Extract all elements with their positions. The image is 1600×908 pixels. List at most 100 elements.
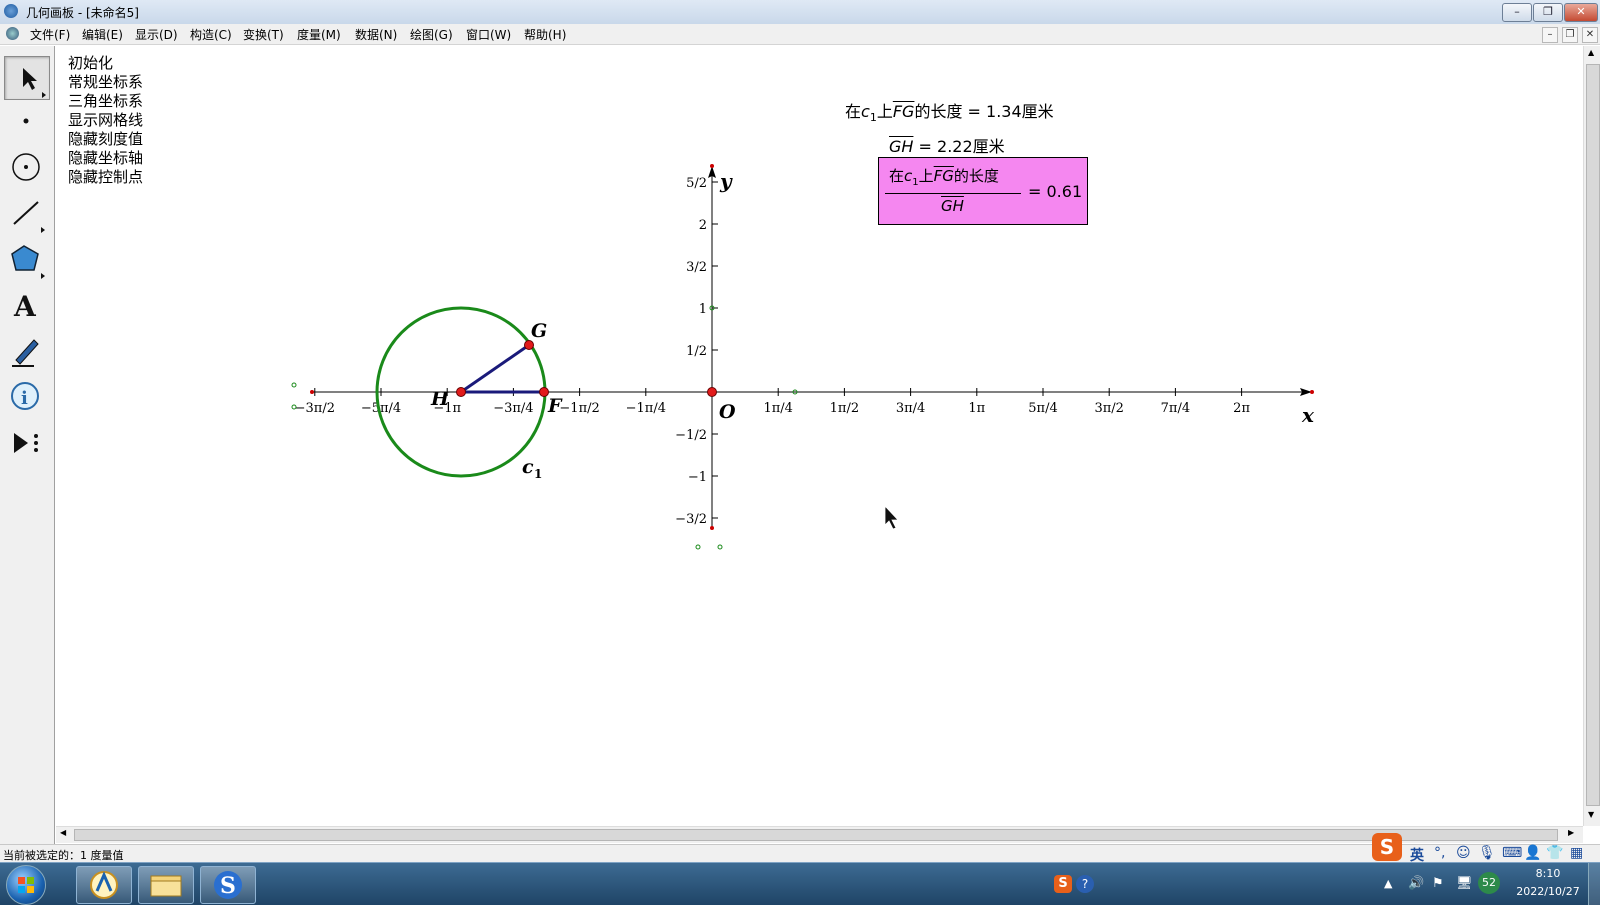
tray-badge[interactable]: 52	[1478, 872, 1500, 894]
arc-circle-name: c	[861, 102, 870, 121]
app-icon	[4, 4, 18, 18]
svg-text:i: i	[21, 388, 28, 409]
ratio-den-gh: GH	[941, 197, 964, 215]
info-icon: i	[11, 382, 39, 410]
polygon-tool[interactable]	[4, 238, 48, 280]
close-button[interactable]: ✕	[1564, 3, 1598, 22]
fraction-bar	[885, 193, 1021, 194]
minimize-button[interactable]: –	[1502, 3, 1532, 22]
toolbox: A i	[0, 46, 55, 844]
ratio-num-on: 上	[918, 167, 934, 185]
cmd-show-grid[interactable]: 显示网格线	[68, 109, 143, 130]
ime-user-icon[interactable]: 👤	[1524, 845, 1541, 861]
windows-logo-icon	[18, 877, 34, 893]
vertical-scrollbar[interactable]: ▲ ▼	[1583, 46, 1600, 826]
cmd-hide-tick-values[interactable]: 隐藏刻度值	[68, 128, 143, 149]
ratio-numerator: 在c1上FG的长度	[889, 165, 999, 188]
compass-tool[interactable]	[4, 146, 48, 188]
cmd-trig-coordinates[interactable]: 三角坐标系	[68, 90, 143, 111]
show-hidden-icons[interactable]: ▲	[1384, 877, 1392, 890]
menu-window[interactable]: 窗口(W)	[466, 26, 511, 43]
scroll-down-icon[interactable]: ▼	[1588, 810, 1594, 819]
menu-transform[interactable]: 变换(T)	[243, 26, 284, 43]
sogou-app-icon: S	[214, 871, 242, 899]
doc-restore-button[interactable]: ❐	[1562, 27, 1578, 43]
status-bar: 当前被选定的：1 度量值 S 英 °, ☺ 🎙 ⌨ 👤 👕 ▦	[0, 833, 1600, 864]
scroll-left-icon[interactable]: ◀	[60, 828, 66, 837]
svg-text:S: S	[220, 873, 236, 899]
compass-icon	[12, 153, 40, 181]
ratio-num-prefix: 在	[889, 167, 905, 185]
cmd-hide-control-points[interactable]: 隐藏控制点	[68, 166, 143, 187]
doc-minimize-button[interactable]: –	[1542, 27, 1558, 43]
menu-file[interactable]: 文件(F)	[30, 26, 70, 43]
ime-emoji-icon[interactable]: ☺	[1456, 845, 1471, 861]
select-tool[interactable]	[4, 56, 50, 100]
ratio-denominator: GH	[941, 197, 964, 215]
sketchpad-app-icon	[90, 871, 118, 899]
menu-data[interactable]: 数据(N)	[355, 26, 397, 43]
network-icon[interactable]: 🖥	[1456, 876, 1473, 891]
ime-mic-icon[interactable]: 🎙	[1478, 845, 1496, 861]
menu-construct[interactable]: 构造(C)	[190, 26, 232, 43]
cmd-hide-axes[interactable]: 隐藏坐标轴	[68, 147, 143, 168]
scroll-up-icon[interactable]: ▲	[1588, 48, 1594, 57]
select-arrow-icon	[23, 68, 46, 98]
info-tool[interactable]: i	[4, 376, 48, 418]
menu-measure[interactable]: 度量(M)	[297, 26, 341, 43]
arc-length-measurement[interactable]: 在c1上FG的长度 = 1.34厘米	[845, 98, 1054, 124]
ratio-value: = 0.61	[1028, 182, 1083, 201]
vertical-scroll-thumb[interactable]	[1586, 64, 1600, 806]
folder-icon	[150, 875, 182, 897]
arc-fg: FG	[892, 102, 915, 121]
clock-date[interactable]: 2022/10/27	[1510, 885, 1586, 898]
ime-keyboard-icon[interactable]: ⌨	[1502, 845, 1522, 861]
custom-tool-icon	[14, 433, 38, 453]
gh-length-measurement[interactable]: GH = 2.22厘米	[889, 133, 1005, 157]
arc-circle-sub: 1	[869, 111, 877, 125]
menu-display[interactable]: 显示(D)	[135, 26, 178, 43]
tray-sogou-icon[interactable]: S	[1054, 875, 1072, 893]
scroll-right-icon[interactable]: ▶	[1568, 828, 1574, 837]
tray-help-icon[interactable]: ?	[1076, 875, 1094, 893]
title-bar: 几何画板 - [未命名5] – ❐ ✕	[0, 0, 1600, 25]
doc-icon	[6, 27, 19, 40]
sketch-canvas[interactable]	[56, 46, 1582, 826]
ratio-calculation[interactable]: 在c1上FG的长度 GH = 0.61	[876, 155, 1090, 227]
text-tool[interactable]: A	[4, 284, 48, 326]
cmd-rect-coordinates[interactable]: 常规坐标系	[68, 71, 143, 92]
sogou-ime-icon[interactable]: S	[1372, 833, 1402, 861]
marker-tool[interactable]	[4, 330, 48, 372]
horizontal-scroll-thumb[interactable]	[74, 829, 1558, 841]
gh-segment: GH	[889, 137, 914, 156]
ime-skin-icon[interactable]: 👕	[1546, 845, 1563, 861]
line-tool[interactable]	[4, 192, 48, 234]
ime-menu-icon[interactable]: ▦	[1570, 845, 1583, 861]
cmd-initialize[interactable]: 初始化	[68, 52, 113, 73]
menu-edit[interactable]: 编辑(E)	[82, 26, 123, 43]
show-desktop-button[interactable]	[1588, 863, 1600, 905]
ime-punct-icon[interactable]: °,	[1434, 845, 1445, 861]
start-button[interactable]	[6, 865, 46, 905]
volume-icon[interactable]: 🔊	[1408, 876, 1424, 891]
polygon-icon	[11, 245, 45, 279]
taskbar-sketchpad[interactable]	[76, 866, 132, 904]
window-title: 几何画板 - [未命名5]	[26, 6, 139, 20]
doc-close-button[interactable]: ✕	[1582, 27, 1598, 43]
taskbar-explorer[interactable]	[138, 866, 194, 904]
restore-button[interactable]: ❐	[1533, 3, 1563, 22]
clock-time[interactable]: 8:10	[1514, 867, 1582, 880]
action-center-icon[interactable]: ⚑	[1432, 876, 1444, 891]
taskbar: S S ? ▲ 🔊 ⚑ 🖥 52 8:10 2022/10/27	[0, 862, 1600, 905]
marker-icon	[12, 339, 39, 367]
svg-text:A: A	[13, 290, 37, 323]
status-text: 当前被选定的：1 度量值	[3, 849, 124, 862]
arc-prefix: 在	[845, 102, 862, 121]
point-tool[interactable]	[4, 100, 48, 142]
custom-tool[interactable]	[4, 422, 48, 464]
taskbar-sogou[interactable]: S	[200, 866, 256, 904]
menu-graph[interactable]: 绘图(G)	[410, 26, 453, 43]
arc-value: 的长度 = 1.34厘米	[914, 102, 1054, 121]
horizontal-scrollbar[interactable]: ◀ ▶	[56, 826, 1583, 843]
menu-help[interactable]: 帮助(H)	[524, 26, 566, 43]
